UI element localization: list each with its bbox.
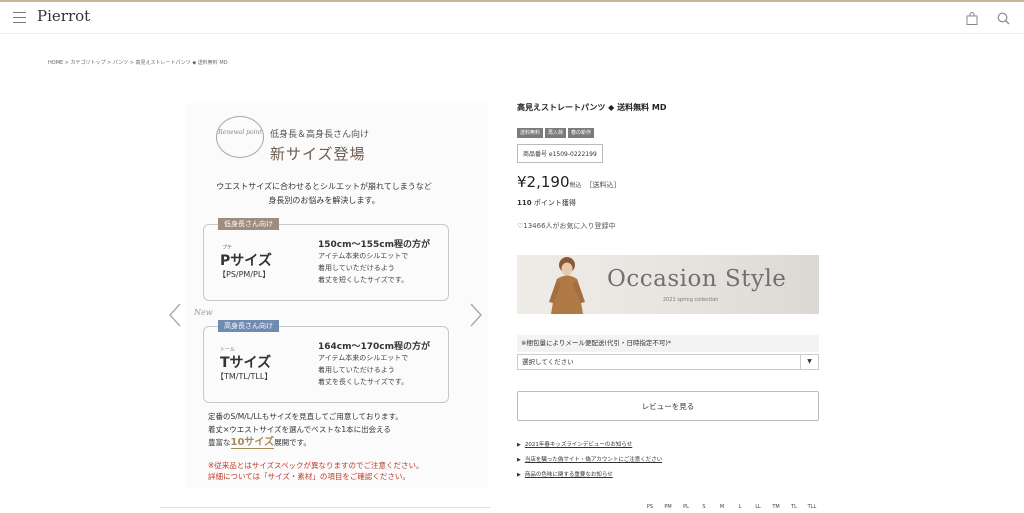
size-nav-item[interactable]: LL [749,504,767,510]
gallery-next-arrow-icon[interactable] [468,302,484,328]
footer-line: 定番のS/M/L/LLもサイズを見直してご用意しております。 [208,412,403,421]
description-line: アイテム本来のシルエットで [318,252,409,260]
banner-title: Occasion Style [607,266,787,292]
site-header: Pierrot [0,2,1024,34]
product-tags: 送料無料 再入荷 春の新作 [517,128,595,138]
notice-link-text[interactable]: 当店を騙った偽サイト・偽アカウントにご注意ください [525,457,662,463]
occasion-style-banner[interactable]: Occasion Style 2021 spring collection [517,255,819,314]
new-mark: New [194,308,213,317]
size-nav-item[interactable]: TLL [803,504,821,510]
footer-line-post: 展開です。 [274,438,311,447]
size-nav-item[interactable]: S [695,504,713,510]
description-line: アイテム本来のシルエットで [318,354,409,362]
gallery-footer-text: 定番のS/M/L/LLもサイズを見直してご用意しております。 着丈×ウエストサイ… [208,410,403,449]
notice-link[interactable]: ▶ 当店を騙った偽サイト・偽アカウントにご注意ください [517,453,662,468]
gallery-divider [160,507,490,508]
size-nav-item[interactable]: TM [767,504,785,510]
triangle-right-icon: ▶ [517,472,521,478]
tall-description: アイテム本来のシルエットで 着用していただけるよう 着丈を長くしたサイズです。 [318,352,408,388]
footer-line-pre: 豊富な [208,438,231,447]
petite-height-range: 150cm〜155cm程の方が [318,240,430,250]
size-nav-item[interactable]: PS [641,504,659,510]
points-value: 110 [517,199,532,207]
banner-subtitle: 2021 spring collection [663,297,719,303]
petite-tag: 低身長さん向け [218,218,279,230]
description-line: 着丈を長くしたサイズです。 [318,378,409,386]
price-shipping-label: ［送料込］ [585,181,621,189]
site-logo[interactable]: Pierrot [37,7,90,25]
ten-sizes-highlight: 10サイズ [230,437,275,449]
size-nav-item[interactable]: PL [677,504,695,510]
notice-link-text[interactable]: 2021年春キッズラインデビューのお知らせ [525,442,632,448]
description-line: 着用していただけるよう [318,264,395,272]
petite-size-label: Pサイズ [220,253,272,269]
size-nav-item[interactable]: PM [659,504,677,510]
select-value: 選択してください [522,358,574,366]
renewal-point-badge: Renewal point [216,116,264,158]
petite-description: アイテム本来のシルエットで 着用していただけるよう 着丈を短くしたサイズです。 [318,250,408,286]
notice-link[interactable]: ▶ 2021年春キッズラインデビューのお知らせ [517,438,662,453]
caution-line: ※従来品とはサイズスペックが異なりますのでご注意ください。 [208,461,424,470]
search-icon[interactable] [997,10,1010,29]
price-tax-label: 税込 [569,182,582,189]
size-nav-item[interactable]: TL [785,504,803,510]
product-price: ¥2,190税込 ［送料込］ [517,173,621,191]
gallery-intro-line: 身長別のお悩みを解決します。 [268,196,380,205]
hamburger-menu-icon[interactable] [13,12,26,23]
model-photo-icon [549,257,585,314]
price-value: ¥2,190 [517,173,570,191]
footer-line: 着丈×ウエストサイズを選んでベストな1本に出会える [208,425,391,434]
breadcrumb[interactable]: HOME > カテゴリトップ > パンツ > 高見えストレートパンツ ◆ 送料無… [48,59,228,66]
shipping-option-select[interactable]: 選択してください ▼ [517,354,819,370]
triangle-right-icon: ▶ [517,457,521,463]
gallery-title: 新サイズ登場 [270,145,366,163]
points-label: ポイント獲得 [531,199,576,207]
petite-size-codes: 【PS/PM/PL】 [218,270,271,279]
gallery-prev-arrow-icon[interactable] [167,302,183,328]
tall-tag: 高身長さん向け [218,320,279,332]
view-reviews-button[interactable]: レビューを見る [517,391,819,421]
size-nav-item[interactable]: L [731,504,749,510]
notice-links: ▶ 2021年春キッズラインデビューのお知らせ ▶ 当店を騙った偽サイト・偽アカウン… [517,438,662,483]
gallery-subtitle: 低身長＆高身長さん向け [270,130,370,140]
product-tag: 送料無料 [517,128,544,138]
product-tag: 春の新作 [568,128,595,138]
notice-link[interactable]: ▶ 商品の色味に関する重要なお知らせ [517,468,662,483]
description-line: 着丈を短くしたサイズです。 [318,276,409,284]
size-nav: PS PM PL S M L LL TM TL TLL [641,504,821,510]
tall-height-range: 164cm〜170cm程の方が [318,342,430,352]
tall-size-label: Tサイズ [220,355,272,371]
gallery-intro: ウエストサイズに合わせるとシルエットが崩れてしまうなど 身長別のお悩みを解決しま… [208,180,440,208]
description-line: 着用していただけるよう [318,366,395,374]
product-title: 高見えストレートパンツ ◆ 送料無料 MD [517,103,667,112]
footer-line: 豊富な10サイズ展開です。 [208,436,403,449]
size-nav-item[interactable]: M [713,504,731,510]
gallery-caution-note: ※従来品とはサイズスペックが異なりますのでご注意ください。 詳細については「サイ… [208,460,424,482]
dropdown-arrow-icon[interactable]: ▼ [800,355,818,369]
product-points: 110 ポイント獲得 [517,198,576,208]
product-code: 商品番号 e1509-0222199 [517,144,603,163]
product-tag: 再入荷 [545,128,567,138]
shipping-option-label: ※梱包量によりメール便配送(代引・日時指定不可)* [517,335,819,352]
favorite-count-link[interactable]: ♡13466人がお気に入り登録中 [517,221,616,231]
triangle-right-icon: ▶ [517,442,521,448]
notice-link-text[interactable]: 商品の色味に関する重要なお知らせ [525,472,613,478]
caution-line: 詳細については「サイズ・素材」の項目をご確認ください。 [208,472,410,481]
shopping-bag-icon[interactable] [966,10,978,29]
tall-size-codes: 【TM/TL/TLL】 [216,372,273,381]
gallery-intro-line: ウエストサイズに合わせるとシルエットが崩れてしまうなど [216,182,432,191]
